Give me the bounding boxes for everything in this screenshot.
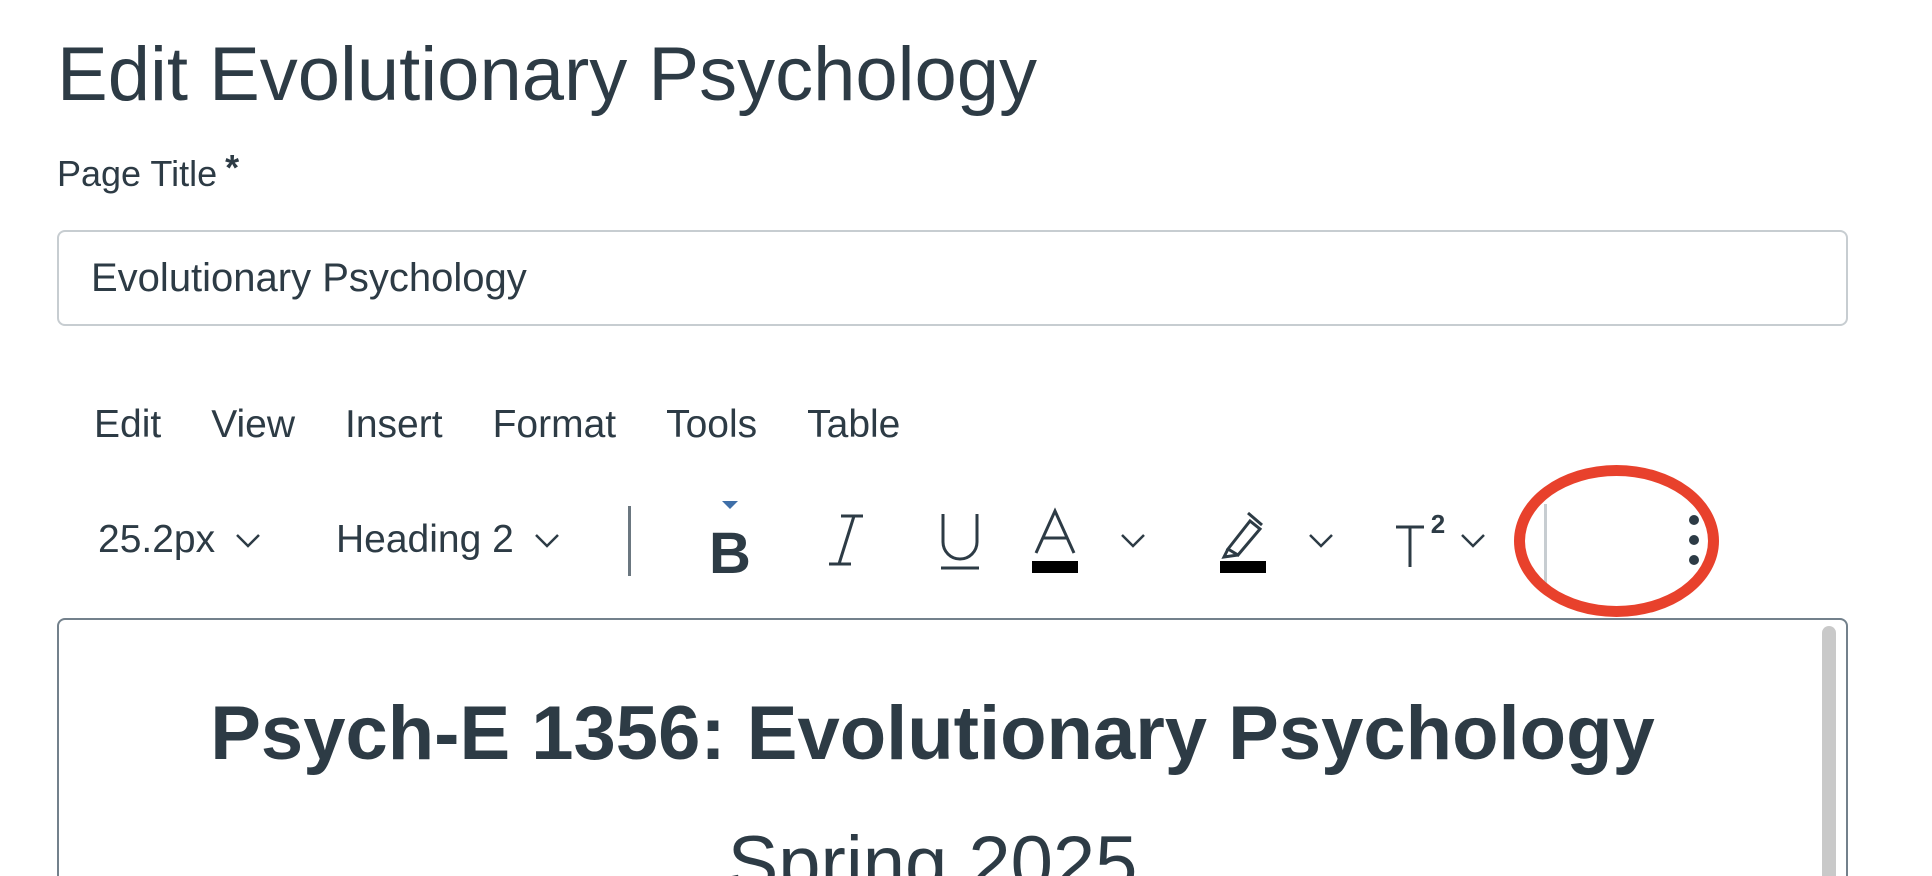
toolbar-divider: [1544, 504, 1547, 584]
menu-insert[interactable]: Insert: [327, 395, 461, 455]
required-marker: *: [225, 147, 240, 188]
superscript-button[interactable]: 2: [1392, 490, 1488, 590]
text-color-icon: [1032, 507, 1078, 573]
more-vertical-icon: [1689, 515, 1699, 565]
bold-button[interactable]: B: [680, 490, 780, 590]
menu-tools[interactable]: Tools: [648, 395, 775, 455]
page-title-label: Page Title *: [57, 147, 240, 198]
text-color-button[interactable]: [1030, 490, 1148, 590]
chevron-down-icon[interactable]: [1458, 525, 1488, 555]
svg-text:B: B: [709, 521, 751, 585]
italic-button[interactable]: [796, 490, 896, 590]
menu-edit[interactable]: Edit: [76, 395, 179, 455]
chevron-down-icon: [534, 534, 559, 548]
editor-menubar: Edit View Insert Format Tools Table: [76, 395, 932, 455]
menu-view[interactable]: View: [193, 395, 313, 455]
menu-table[interactable]: Table: [789, 395, 918, 455]
italic-icon: [829, 514, 863, 566]
block-format-value: Heading 2: [336, 518, 514, 561]
more-options-button[interactable]: [1644, 490, 1744, 590]
editor-toolbar: 25.2px Heading 2 B 2: [80, 490, 1720, 590]
bold-icon: B: [709, 501, 751, 585]
editor-scrollbar[interactable]: [1822, 626, 1836, 876]
superscript-icon: 2: [1396, 509, 1445, 567]
chevron-down-icon: [236, 534, 260, 548]
font-size-value: 25.2px: [98, 518, 216, 561]
font-size-dropdown[interactable]: 25.2px: [98, 490, 263, 590]
chevron-down-icon[interactable]: [1306, 525, 1336, 555]
page-title-label-text: Page Title: [57, 153, 218, 194]
page-title-input[interactable]: [57, 230, 1848, 326]
toolbar-divider: [628, 506, 631, 576]
svg-text:2: 2: [1431, 509, 1445, 539]
menu-format[interactable]: Format: [475, 395, 635, 455]
page-title: Edit Evolutionary Psychology: [57, 32, 1038, 117]
content-subheading: Spring 2025: [727, 821, 1138, 876]
highlight-color-button[interactable]: [1218, 490, 1336, 590]
rich-content-editor[interactable]: Psych-E 1356: Evolutionary Psychology Sp…: [57, 618, 1848, 876]
underline-button[interactable]: [910, 490, 1010, 590]
content-heading: Psych-E 1356: Evolutionary Psychology: [210, 691, 1655, 776]
page: Edit Evolutionary Psychology Page Title *…: [0, 0, 1932, 876]
highlight-color-icon: [1220, 511, 1266, 573]
underline-icon: [941, 514, 979, 570]
block-format-dropdown[interactable]: Heading 2: [336, 490, 562, 590]
chevron-down-icon[interactable]: [1118, 525, 1148, 555]
